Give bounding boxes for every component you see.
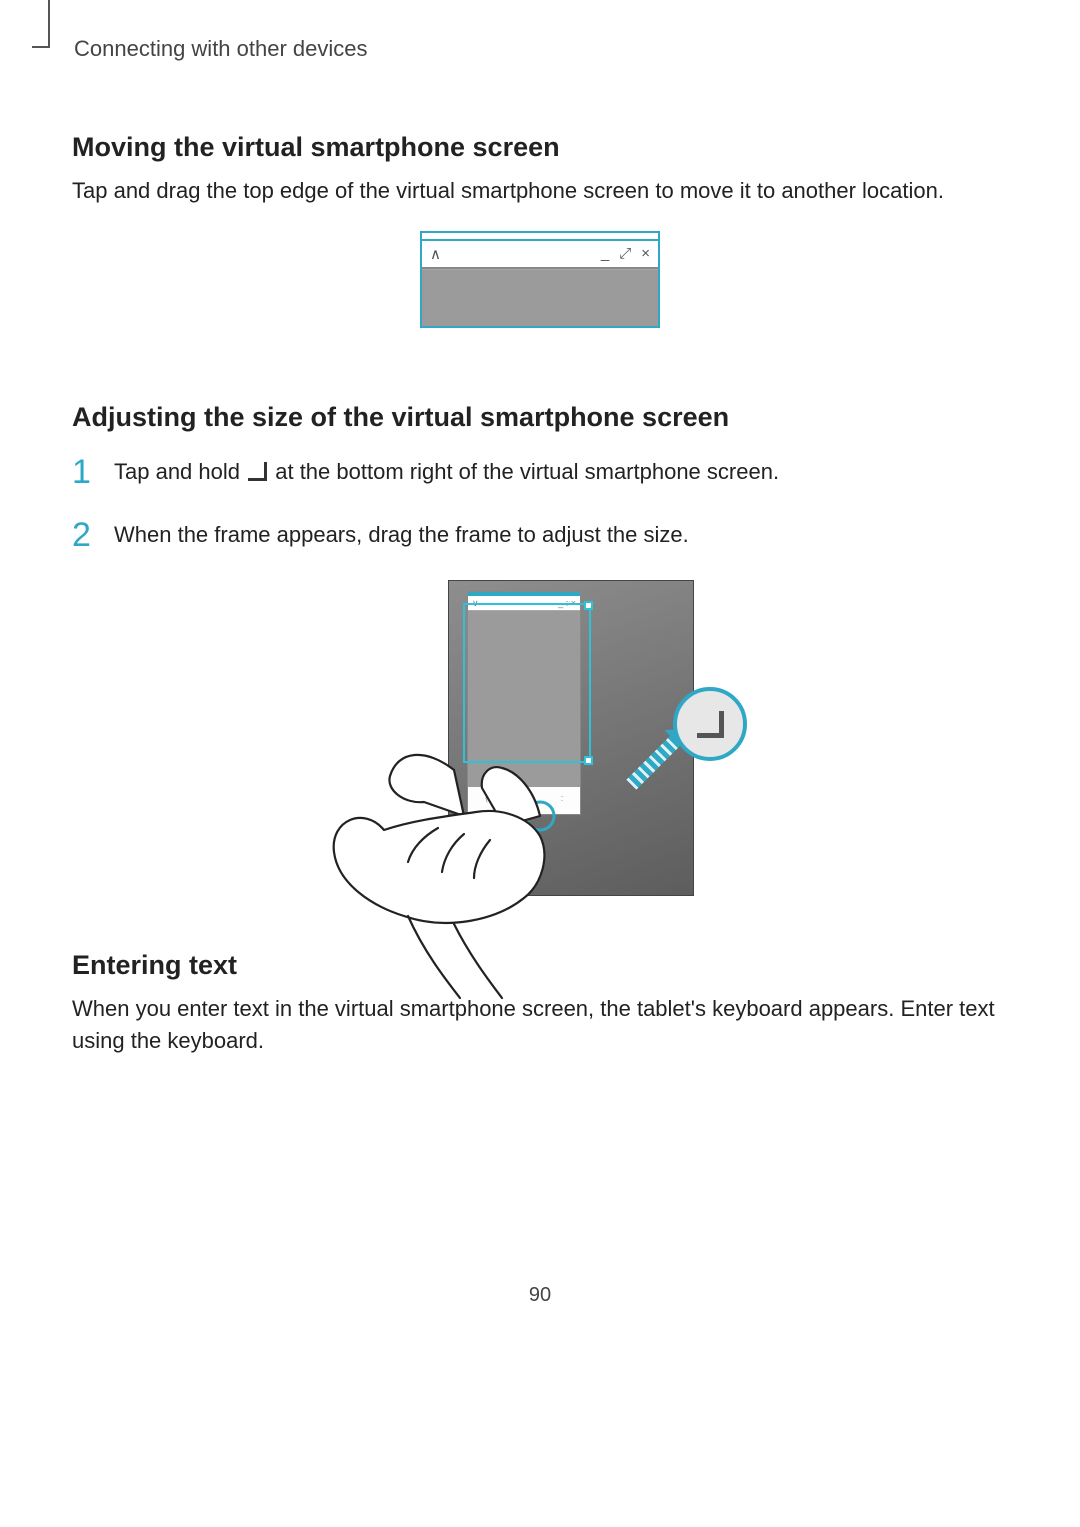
numbered-steps: 1 Tap and hold at the bottom right of th… bbox=[72, 451, 1008, 551]
step-2-text: When the frame appears, drag the frame t… bbox=[114, 520, 689, 551]
header-breadcrumb: Connecting with other devices bbox=[72, 36, 1008, 62]
resize-corner-callout bbox=[673, 687, 747, 761]
virtual-smartphone-window: ∧ _ ⤢ × bbox=[420, 231, 660, 328]
paragraph-moving-screen: Tap and drag the top edge of the virtual… bbox=[72, 175, 1008, 207]
virtual-window-titlebar: ∧ _ ⤢ × bbox=[422, 241, 658, 269]
chevron-up-icon: ∧ bbox=[430, 245, 441, 263]
step-1-text: Tap and hold at the bottom right of the … bbox=[114, 457, 779, 488]
step-number-1: 1 bbox=[72, 455, 96, 489]
heading-adjusting-size: Adjusting the size of the virtual smartp… bbox=[72, 402, 1008, 433]
close-icon: × bbox=[641, 245, 650, 262]
step-1-text-before: Tap and hold bbox=[114, 459, 246, 484]
step-number-2: 2 bbox=[72, 518, 96, 552]
step-2: 2 When the frame appears, drag the frame… bbox=[72, 514, 1008, 551]
hand-gesture-illustration bbox=[304, 630, 684, 1000]
page-corner-mark-horizontal bbox=[32, 46, 50, 48]
page-number: 90 bbox=[0, 1284, 1080, 1307]
virtual-window-body bbox=[422, 269, 658, 326]
step-1: 1 Tap and hold at the bottom right of th… bbox=[72, 451, 1008, 488]
minimize-icon: _ bbox=[601, 245, 609, 262]
resize-corner-icon-large bbox=[697, 711, 724, 738]
expand-icon: ⤢ bbox=[619, 245, 631, 262]
page-corner-mark-vertical bbox=[48, 0, 50, 46]
step-1-text-after: at the bottom right of the virtual smart… bbox=[275, 459, 779, 484]
heading-moving-screen: Moving the virtual smartphone screen bbox=[72, 132, 1008, 163]
figure-virtual-titlebar: ∧ _ ⤢ × bbox=[420, 231, 660, 328]
paragraph-entering-text: When you enter text in the virtual smart… bbox=[72, 993, 1008, 1057]
figure-resize-gesture: ∨ _ : × ⟨ ⌂ : bbox=[380, 580, 700, 896]
resize-corner-icon bbox=[248, 462, 267, 481]
resize-handle-top-right bbox=[584, 601, 593, 610]
virtual-window-drag-bar bbox=[422, 233, 658, 241]
